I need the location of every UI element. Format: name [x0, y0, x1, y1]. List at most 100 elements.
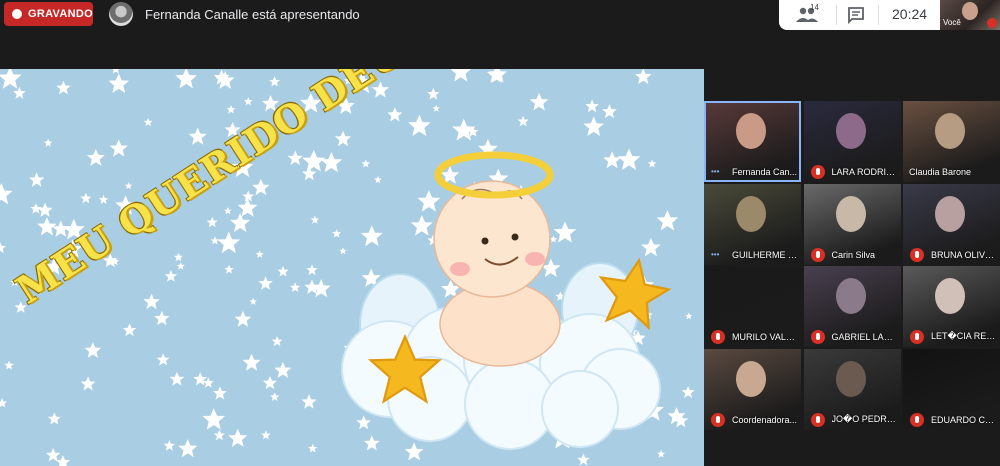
self-face: [962, 2, 978, 20]
star-decoration: [243, 97, 253, 106]
chat-icon[interactable]: [847, 6, 865, 24]
star-decoration: [226, 105, 236, 114]
star-decoration: [56, 80, 71, 95]
mic-off-icon: [910, 412, 924, 427]
star-decoration: [212, 386, 227, 400]
participant-name: Coordenadora...: [732, 414, 798, 425]
star-decoration: [270, 392, 280, 401]
star-decoration: [176, 262, 185, 270]
participant-tile[interactable]: JO�O PEDRO...: [803, 348, 901, 430]
participant-tile[interactable]: BRUNA OLIVE...: [903, 183, 1000, 265]
mic-off-icon: [987, 18, 997, 28]
star-decoration: [224, 264, 234, 274]
star-decoration: [37, 217, 57, 236]
star-decoration: [310, 215, 320, 224]
participant-tile[interactable]: ••• Fernanda Can...: [704, 101, 801, 182]
star-decoration: [47, 412, 61, 425]
star-decoration: [387, 107, 403, 122]
mic-off-icon: [810, 330, 825, 344]
star-decoration: [363, 435, 380, 451]
participant-name: EDUARDO CO...: [931, 414, 997, 425]
mic-off-icon: [711, 330, 725, 344]
star-decoration: [602, 104, 617, 119]
star-decoration: [583, 116, 605, 136]
participant-name: GUILHERME S...: [732, 249, 798, 260]
star-decoration: [122, 323, 137, 337]
star-decoration: [164, 270, 178, 282]
star-decoration: [173, 252, 183, 262]
star-decoration: [289, 282, 301, 293]
star-decoration: [0, 69, 22, 89]
star-decoration: [30, 203, 42, 214]
participant-tile[interactable]: Claudia Barone: [903, 101, 1000, 182]
star-decoration: [109, 139, 128, 157]
star-decoration: [234, 310, 252, 327]
star-decoration: [432, 104, 440, 112]
star-decoration: [230, 213, 251, 232]
participant-tile[interactable]: Carin Silva: [803, 183, 901, 265]
star-decoration: [585, 99, 599, 113]
star-decoration: [274, 361, 292, 378]
recording-button[interactable]: GRAVANDO: [4, 2, 93, 26]
star-decoration: [210, 236, 220, 245]
star-decoration: [124, 182, 133, 190]
star-decoration: [13, 86, 26, 99]
participant-tile[interactable]: MURILO VALL...: [704, 266, 801, 347]
slide-artwork: [0, 69, 695, 466]
star-decoration: [202, 408, 226, 430]
divider: [836, 5, 837, 25]
star-decoration: [427, 87, 440, 100]
star-decoration: [262, 375, 277, 390]
star-decoration: [450, 69, 472, 82]
participant-tile[interactable]: Coordenadora...: [704, 348, 801, 430]
participant-tile[interactable]: LARA RODRIG...: [803, 101, 901, 182]
star-decoration: [577, 453, 590, 466]
star-decoration: [339, 247, 347, 255]
star-decoration: [108, 73, 130, 94]
star-decoration: [641, 237, 661, 257]
participant-face: [835, 278, 866, 314]
star-decoration: [302, 166, 317, 181]
top-bar: GRAVANDO Fernanda Canalle está apresenta…: [0, 0, 1000, 30]
star-decoration: [228, 428, 248, 447]
star-decoration: [242, 353, 261, 371]
meeting-info-panel: 14 20:24: [779, 0, 940, 30]
star-decoration: [0, 398, 8, 408]
participant-tile[interactable]: LET�CIA REB...: [903, 266, 1000, 347]
star-decoration: [255, 250, 264, 258]
star-decoration: [178, 439, 198, 458]
star-decoration: [374, 175, 382, 184]
presenter-avatar: [109, 2, 133, 26]
star-decoration: [334, 130, 352, 147]
speaking-indicator-icon: •••: [711, 249, 720, 259]
self-video-tile[interactable]: Você: [940, 0, 1000, 30]
star-decoration: [111, 69, 121, 74]
star-decoration: [320, 151, 343, 173]
participant-name: LARA RODRIG...: [831, 167, 898, 177]
participant-face: [736, 360, 766, 397]
star-decoration: [0, 183, 13, 205]
participant-tile[interactable]: GABRIEL LAN...: [803, 266, 901, 347]
star-decoration: [143, 117, 153, 127]
star-decoration: [98, 194, 109, 204]
star-decoration: [287, 150, 303, 166]
participant-name: GABRIEL LAN...: [831, 332, 898, 342]
star-decoration: [452, 118, 476, 141]
star-decoration: [169, 371, 185, 386]
star-decoration: [308, 443, 318, 453]
participant-face: [835, 360, 866, 397]
participant-name: Claudia Barone: [909, 167, 972, 177]
participant-tile[interactable]: EDUARDO CO...: [903, 348, 1000, 430]
star-decoration: [163, 440, 175, 451]
star-decoration: [84, 342, 102, 358]
star-decoration: [213, 429, 225, 441]
star-decoration: [553, 221, 577, 243]
participant-face: [935, 113, 965, 149]
participant-tile[interactable]: ••• GUILHERME S...: [704, 183, 801, 265]
star-decoration: [685, 312, 693, 320]
star-decoration: [277, 265, 289, 277]
mic-off-icon: [810, 165, 825, 179]
star-decoration: [80, 192, 92, 204]
star-decoration: [681, 385, 695, 398]
star-decoration: [154, 310, 170, 326]
